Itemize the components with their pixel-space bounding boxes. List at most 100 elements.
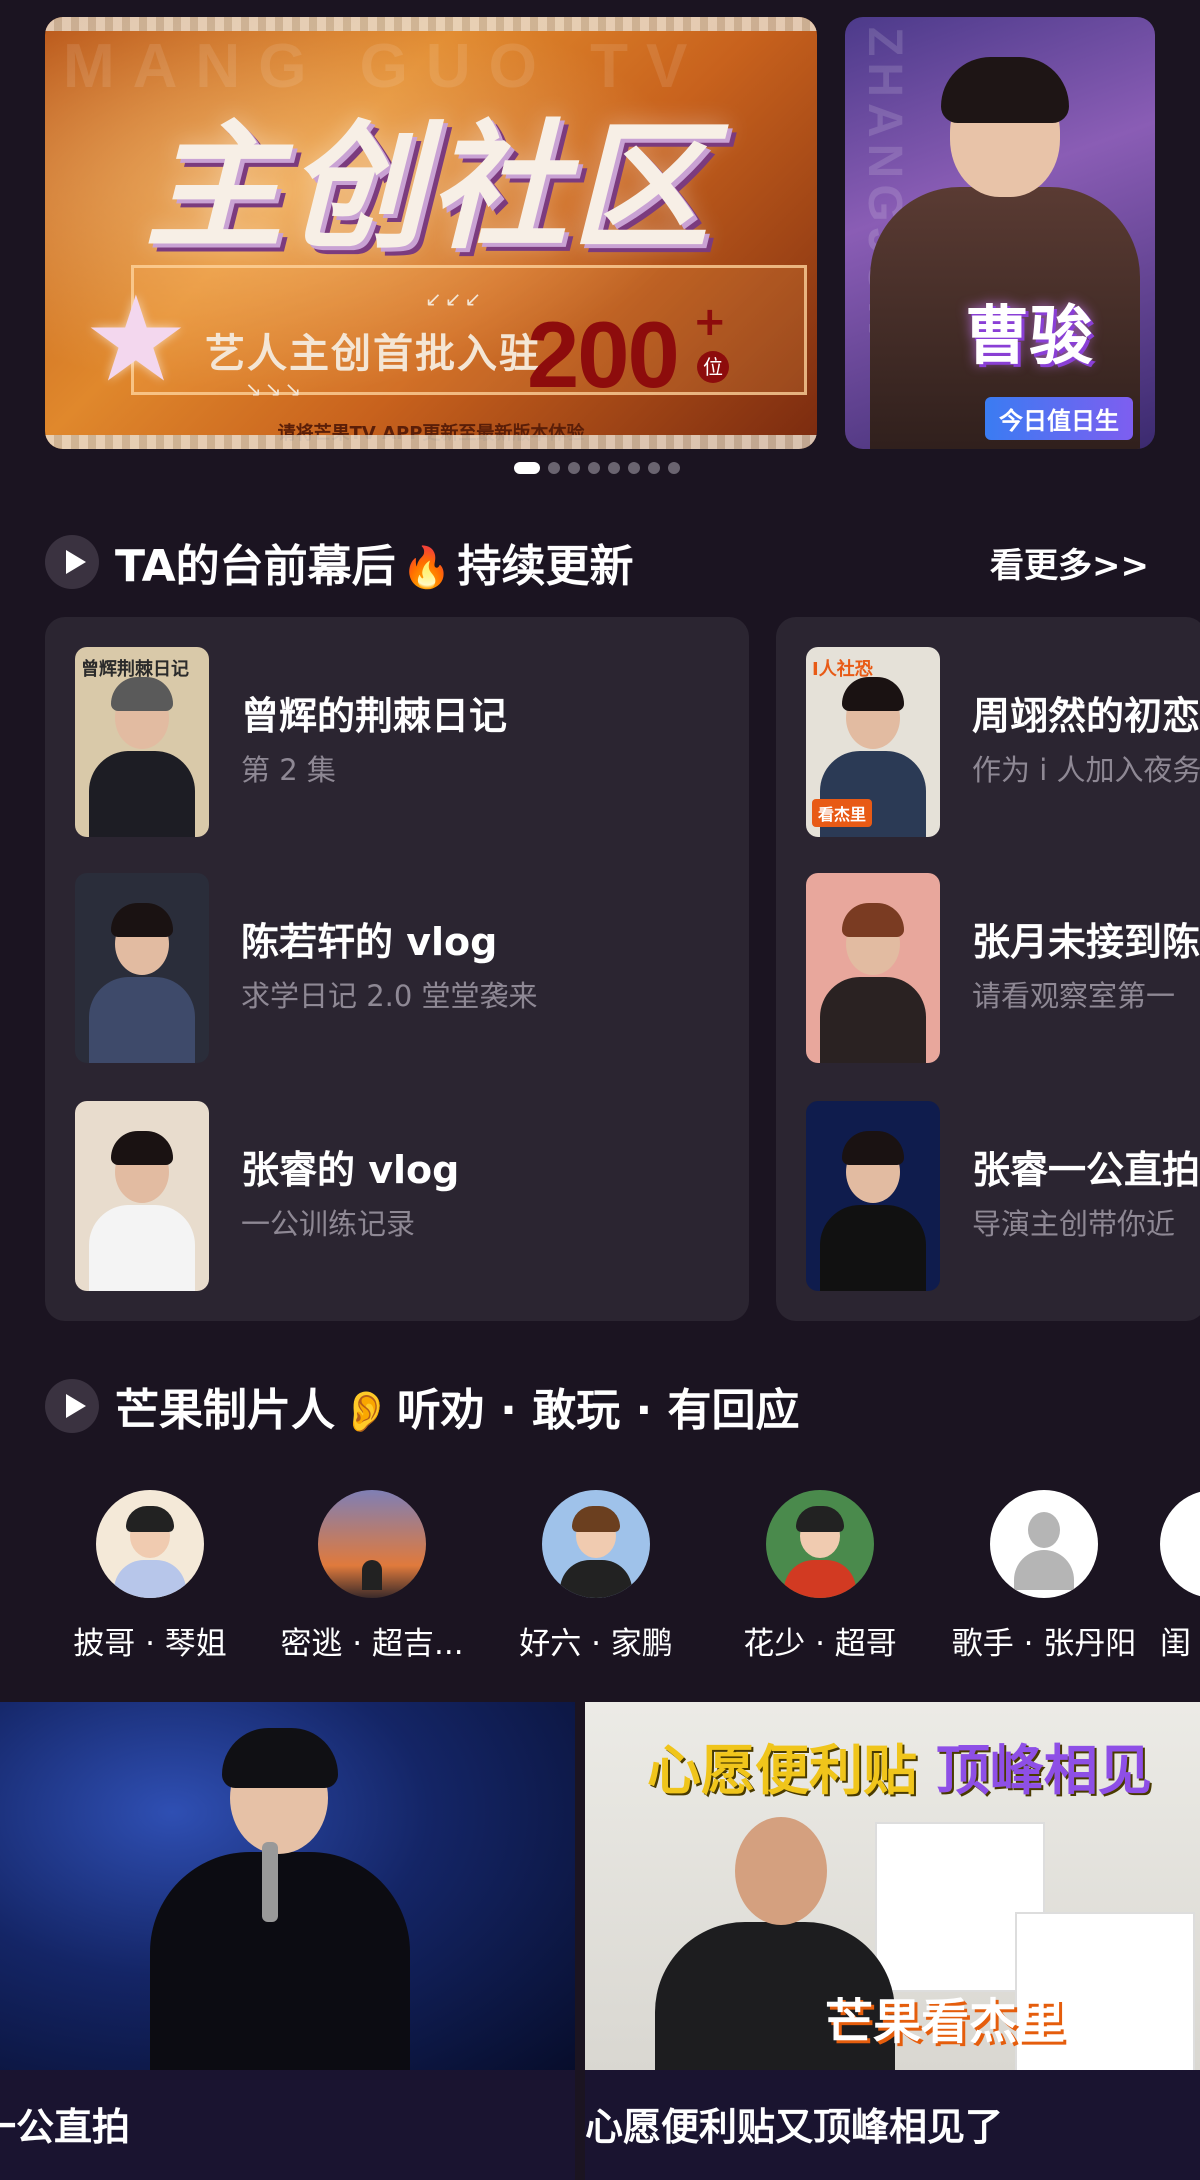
episode-subtitle: 一公训练记录 xyxy=(241,1207,416,1241)
show-logo: 芒果看杰里 xyxy=(825,1994,1066,2050)
episode-item[interactable]: 曾辉荆棘日记 曾辉的荆棘日记 第 2 集 xyxy=(75,647,725,837)
video-caption: 一公直拍 xyxy=(0,2070,575,2180)
avatar xyxy=(542,1490,650,1598)
episode-card: 曾辉荆棘日记 曾辉的荆棘日记 第 2 集 陈若轩的 vlog 求学日记 2.0 … xyxy=(45,617,749,1321)
episode-title: 曾辉的荆棘日记 xyxy=(241,694,508,738)
figure-hair xyxy=(111,903,173,937)
video-headline-text: 心愿便利贴 xyxy=(647,1739,917,1802)
play-icon xyxy=(45,535,99,589)
producer-name: 歌手 · 张丹阳 xyxy=(951,1626,1137,1662)
play-icon xyxy=(45,1379,99,1433)
episode-subtitle: 作为 i 人加入夜务 xyxy=(972,753,1200,787)
banner-count-unit: 位 xyxy=(697,351,729,383)
episode-card: I人社恐 看杰里 周翊然的初恋 作为 i 人加入夜务 张月未接到陈 请看观察室第… xyxy=(776,617,1200,1321)
banner-side-name: 曹骏 xyxy=(965,300,1093,374)
episode-thumbnail: I人社恐 看杰里 xyxy=(806,647,940,837)
episode-thumbnail xyxy=(75,873,209,1063)
ear-icon: 👂 xyxy=(341,1389,391,1435)
person-head xyxy=(735,1817,827,1925)
producer-name: 好六 · 家鹏 xyxy=(519,1626,673,1662)
video-card[interactable]: 一公直拍 xyxy=(0,1702,575,2180)
figure-hair xyxy=(842,677,904,711)
figure-hair xyxy=(842,1131,904,1165)
video-headline-accent: 顶峰相见 xyxy=(935,1739,1152,1802)
producer-item[interactable]: 密逃 · 超吉... xyxy=(272,1490,472,1663)
video-headline: 心愿便利贴 顶峰相见 xyxy=(647,1726,1152,1805)
episode-title: 张睿一公直拍 xyxy=(972,1148,1200,1192)
figure-body xyxy=(89,977,195,1063)
episode-item[interactable]: 张睿一公直拍 导演主创带你近 xyxy=(806,1101,1200,1291)
episode-title: 张月未接到陈 xyxy=(972,920,1200,964)
carousel-dots[interactable] xyxy=(514,462,680,474)
banner-side[interactable]: ZHANGJUN 曹骏 今日值日生 xyxy=(845,17,1155,449)
banner-main[interactable]: MANG GUO TV 主创社区 ↙↙↙ ↘↘↘ ★ 艺人主创首批入驻 200 … xyxy=(45,17,817,449)
producer-item[interactable]: 花少 · 超哥 xyxy=(720,1490,920,1663)
carousel-dot[interactable] xyxy=(668,462,680,474)
avatar-hair xyxy=(572,1506,620,1532)
producer-name: 披哥 · 琴姐 xyxy=(73,1626,227,1662)
avatar xyxy=(766,1490,874,1598)
section-title-text: TA的台前幕后 xyxy=(115,541,396,592)
producer-item[interactable]: 披哥 · 琴姐 xyxy=(50,1490,250,1663)
figure-hair xyxy=(111,1131,173,1165)
episode-thumbnail: 曾辉荆棘日记 xyxy=(75,647,209,837)
episode-title: 周翊然的初恋 xyxy=(972,694,1200,738)
avatar xyxy=(96,1490,204,1598)
episode-subtitle: 第 2 集 xyxy=(241,753,336,787)
carousel-dot[interactable] xyxy=(628,462,640,474)
see-more-link[interactable]: 看更多>> xyxy=(990,538,1149,587)
section-title: TA的台前幕后 🔥 持续更新 xyxy=(115,530,633,594)
episode-subtitle: 请看观察室第一 xyxy=(972,979,1176,1013)
episode-item[interactable]: 陈若轩的 vlog 求学日记 2.0 堂堂袭来 xyxy=(75,873,725,1063)
producer-item[interactable]: 好六 · 家鹏 xyxy=(496,1490,696,1663)
producer-item[interactable]: 歌手 · 张丹阳 xyxy=(944,1490,1144,1663)
producer-name: 花少 · 超哥 xyxy=(743,1626,897,1662)
figure-body xyxy=(89,1205,195,1291)
torn-edge-top xyxy=(45,17,817,31)
episode-thumbnail xyxy=(806,1101,940,1291)
section-header-behind-scenes: TA的台前幕后 🔥 持续更新 xyxy=(45,532,633,592)
avatar-body xyxy=(784,1560,856,1598)
arrow-decoration: ↘↘↘ xyxy=(245,377,305,401)
episode-thumbnail xyxy=(75,1101,209,1291)
avatar xyxy=(318,1490,426,1598)
figure-body xyxy=(820,1205,926,1291)
carousel-dot[interactable] xyxy=(568,462,580,474)
carousel-dot[interactable] xyxy=(514,462,540,474)
carousel-dot[interactable] xyxy=(648,462,660,474)
carousel-dot[interactable] xyxy=(588,462,600,474)
singer-hair xyxy=(222,1728,338,1788)
microphone-icon xyxy=(262,1842,278,1922)
producer-name: 密逃 · 超吉... xyxy=(280,1626,464,1662)
episode-item[interactable]: I人社恐 看杰里 周翊然的初恋 作为 i 人加入夜务 xyxy=(806,647,1200,837)
section-title: 芒果制片人 👂 听劝 · 敢玩 · 有回应 xyxy=(115,1374,800,1438)
avatar-hair xyxy=(796,1506,844,1532)
carousel-dot[interactable] xyxy=(548,462,560,474)
singer-body xyxy=(150,1852,410,2082)
figure-cap xyxy=(111,677,173,711)
episode-item[interactable]: 张月未接到陈 请看观察室第一 xyxy=(806,873,1200,1063)
default-avatar-icon xyxy=(1160,1490,1200,1598)
carousel-dot[interactable] xyxy=(608,462,620,474)
video-thumbnail: 心愿便利贴 顶峰相见 芒果看杰里 xyxy=(585,1702,1200,2082)
torn-edge-bottom xyxy=(45,435,817,449)
banner-count-plus: + xyxy=(693,299,727,345)
episode-subtitle: 导演主创带你近 xyxy=(972,1207,1176,1241)
avatar-hair xyxy=(126,1506,174,1532)
episode-subtitle: 求学日记 2.0 堂堂袭来 xyxy=(241,979,538,1013)
episode-item[interactable]: 张睿的 vlog 一公训练记录 xyxy=(75,1101,725,1291)
video-card[interactable]: 心愿便利贴 顶峰相见 芒果看杰里 心愿便利贴又顶峰相见了 xyxy=(585,1702,1200,2180)
arrow-decoration: ↙↙↙ xyxy=(425,287,485,311)
figure-hair xyxy=(842,903,904,937)
star-icon: ★ xyxy=(83,270,189,408)
producer-name: 闺 xyxy=(1160,1626,1191,1662)
avatar-body xyxy=(560,1560,632,1598)
section-header-producers: 芒果制片人 👂 听劝 · 敢玩 · 有回应 xyxy=(45,1376,800,1436)
producer-item[interactable]: 闺 xyxy=(1160,1490,1200,1663)
portrait-hair xyxy=(941,57,1069,123)
figure-body xyxy=(820,977,926,1063)
thumbnail-logo: 看杰里 xyxy=(812,799,873,827)
banner-side-badge: 今日值日生 xyxy=(985,397,1133,440)
section-title-text: 芒果制片人 xyxy=(115,1385,335,1436)
avatar-head xyxy=(1028,1512,1060,1548)
